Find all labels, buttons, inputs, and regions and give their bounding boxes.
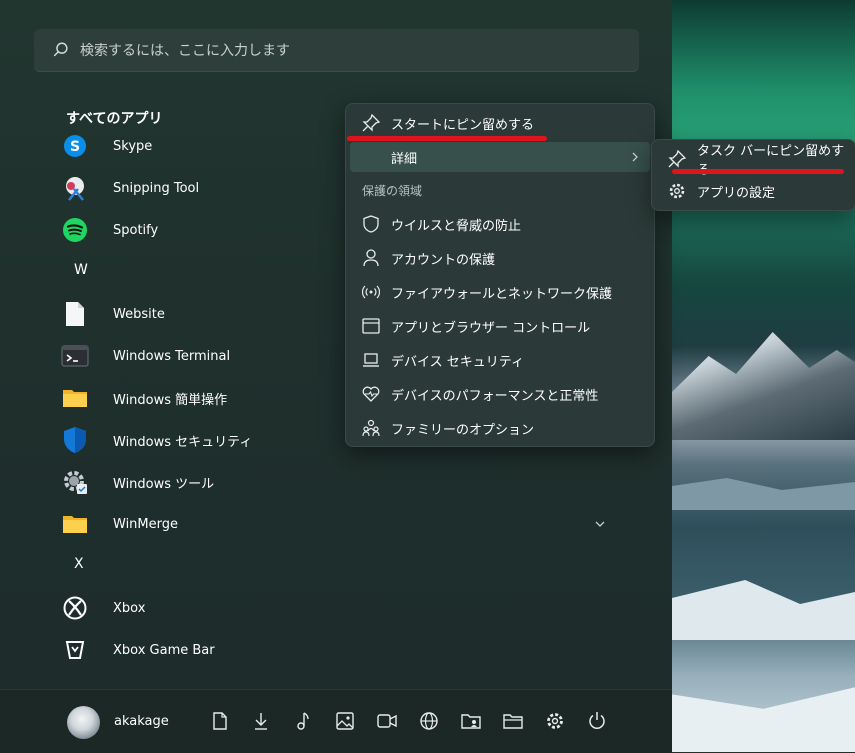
gear-icon bbox=[60, 467, 90, 497]
network-icon bbox=[362, 283, 380, 301]
app-item-website[interactable]: Website bbox=[60, 294, 165, 334]
gear-icon bbox=[668, 182, 686, 200]
menu-item-more[interactable]: 詳細 bbox=[350, 142, 650, 172]
pin-icon bbox=[362, 114, 380, 132]
network-globe-icon[interactable] bbox=[418, 710, 440, 732]
skype-icon: S bbox=[60, 131, 90, 161]
folder-icon bbox=[60, 509, 90, 539]
settings-icon[interactable] bbox=[544, 710, 566, 732]
search-icon bbox=[53, 42, 68, 57]
browser-window-icon bbox=[362, 317, 380, 335]
menu-item-device-security[interactable]: デバイス セキュリティ bbox=[350, 345, 650, 375]
shield-outline-icon bbox=[362, 215, 380, 233]
menu-item-pin-to-start[interactable]: スタートにピン留めする bbox=[350, 108, 650, 138]
menu-item-virus-protection[interactable]: ウイルスと脅威の防止 bbox=[350, 209, 650, 239]
wallpaper-mountain bbox=[672, 332, 855, 440]
menu-item-account-protection[interactable]: アカウントの保護 bbox=[350, 243, 650, 273]
person-icon bbox=[362, 249, 380, 267]
menu-item-firewall[interactable]: ファイアウォールとネットワーク保護 bbox=[350, 277, 650, 307]
folder-open-icon[interactable] bbox=[502, 710, 524, 732]
red-annotation-line bbox=[347, 136, 547, 141]
start-footer: akakage bbox=[0, 689, 672, 753]
search-input[interactable]: 検索するには、ここに入力します bbox=[80, 40, 290, 60]
app-item-winmerge[interactable]: WinMerge bbox=[60, 504, 178, 544]
chevron-down-icon[interactable] bbox=[594, 518, 606, 530]
folder-user-icon[interactable] bbox=[460, 710, 482, 732]
avatar[interactable] bbox=[67, 706, 100, 739]
search-box[interactable]: 検索するには、ここに入力します bbox=[34, 29, 639, 72]
app-item-xbox[interactable]: Xbox bbox=[60, 588, 145, 628]
app-item-snipping-tool[interactable]: Snipping Tool bbox=[60, 168, 199, 208]
app-item-windows-ease-of-access[interactable]: Windows 簡単操作 bbox=[60, 378, 227, 418]
all-apps-title: すべてのアプリ bbox=[66, 111, 163, 127]
laptop-icon bbox=[362, 351, 380, 369]
app-item-spotify[interactable]: Spotify bbox=[60, 210, 158, 250]
chevron-right-icon bbox=[632, 152, 638, 162]
power-icon[interactable] bbox=[586, 710, 608, 732]
context-menu: スタートにピン留めする 詳細 保護の領域 ウイルスと脅威の防止 アカウントの保護… bbox=[345, 103, 655, 447]
xbox-icon bbox=[60, 593, 90, 623]
app-item-xbox-game-bar[interactable]: Xbox Game Bar bbox=[60, 630, 215, 670]
terminal-icon bbox=[60, 341, 90, 371]
folder-icon bbox=[60, 383, 90, 413]
submenu-more: タスク バーにピン留めする アプリの設定 bbox=[651, 139, 855, 211]
app-item-windows-tools[interactable]: Windows ツール bbox=[60, 462, 214, 502]
menu-item-family-options[interactable]: ファミリーのオプション bbox=[350, 413, 650, 443]
desktop-wallpaper bbox=[672, 0, 855, 752]
picture-icon[interactable] bbox=[334, 710, 356, 732]
video-icon[interactable] bbox=[376, 710, 398, 732]
music-icon[interactable] bbox=[292, 710, 314, 732]
menu-item-app-browser-control[interactable]: アプリとブラウザー コントロール bbox=[350, 311, 650, 341]
svg-text:S: S bbox=[70, 139, 80, 155]
heart-icon bbox=[362, 385, 380, 403]
wallpaper-ice bbox=[672, 580, 855, 640]
letter-header-x[interactable]: X bbox=[74, 556, 84, 572]
red-annotation-line bbox=[672, 169, 844, 174]
app-item-skype[interactable]: S Skype bbox=[60, 126, 152, 166]
wallpaper-ice bbox=[672, 687, 855, 752]
menu-item-app-settings[interactable]: アプリの設定 bbox=[656, 176, 851, 206]
menu-item-device-performance[interactable]: デバイスのパフォーマンスと正常性 bbox=[350, 379, 650, 409]
user-name[interactable]: akakage bbox=[114, 714, 169, 729]
document-icon bbox=[60, 299, 90, 329]
xbox-game-bar-icon bbox=[60, 635, 90, 665]
document-icon[interactable] bbox=[209, 710, 231, 732]
letter-header-w[interactable]: W bbox=[74, 262, 88, 278]
spotify-icon bbox=[60, 215, 90, 245]
group-label: 保護の領域 bbox=[362, 184, 423, 198]
app-item-windows-terminal[interactable]: Windows Terminal bbox=[60, 336, 230, 376]
shield-icon bbox=[60, 425, 90, 455]
pin-icon bbox=[668, 150, 686, 168]
download-icon[interactable] bbox=[250, 710, 272, 732]
app-item-windows-security[interactable]: Windows セキュリティ bbox=[60, 420, 252, 460]
snipping-tool-icon bbox=[60, 173, 90, 203]
wallpaper-ice bbox=[672, 478, 855, 510]
family-icon bbox=[362, 419, 380, 437]
